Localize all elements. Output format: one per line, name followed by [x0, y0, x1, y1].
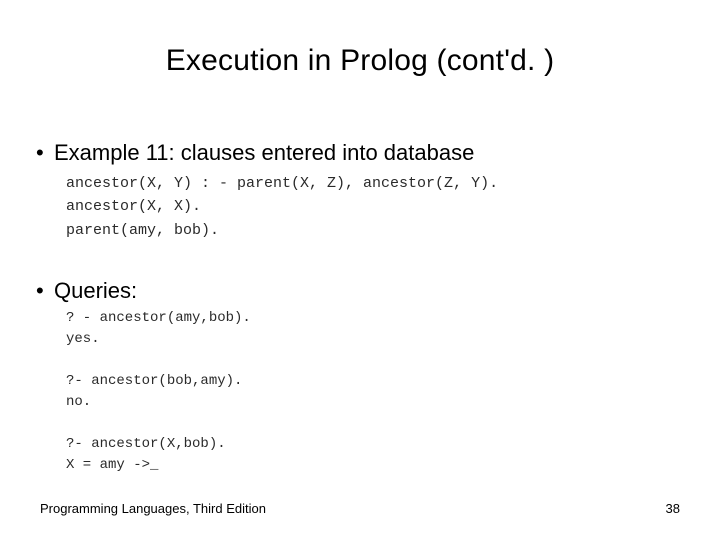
- footer-text: Programming Languages, Third Edition: [40, 501, 266, 516]
- bullet-dot-icon: •: [36, 140, 54, 166]
- page-number: 38: [666, 501, 680, 516]
- bullet-queries: •Queries:: [36, 278, 137, 304]
- bullet-example-11: •Example 11: clauses entered into databa…: [36, 140, 474, 166]
- slide-title: Execution in Prolog (cont'd. ): [0, 44, 720, 78]
- slide: Execution in Prolog (cont'd. ) •Example …: [0, 0, 720, 540]
- bullet-text: Example 11: clauses entered into databas…: [54, 140, 474, 165]
- code-queries: ? - ancestor(amy,bob). yes. ?- ancestor(…: [66, 308, 251, 476]
- bullet-text: Queries:: [54, 278, 137, 303]
- code-clauses: ancestor(X, Y) : - parent(X, Z), ancesto…: [66, 172, 498, 242]
- bullet-dot-icon: •: [36, 278, 54, 304]
